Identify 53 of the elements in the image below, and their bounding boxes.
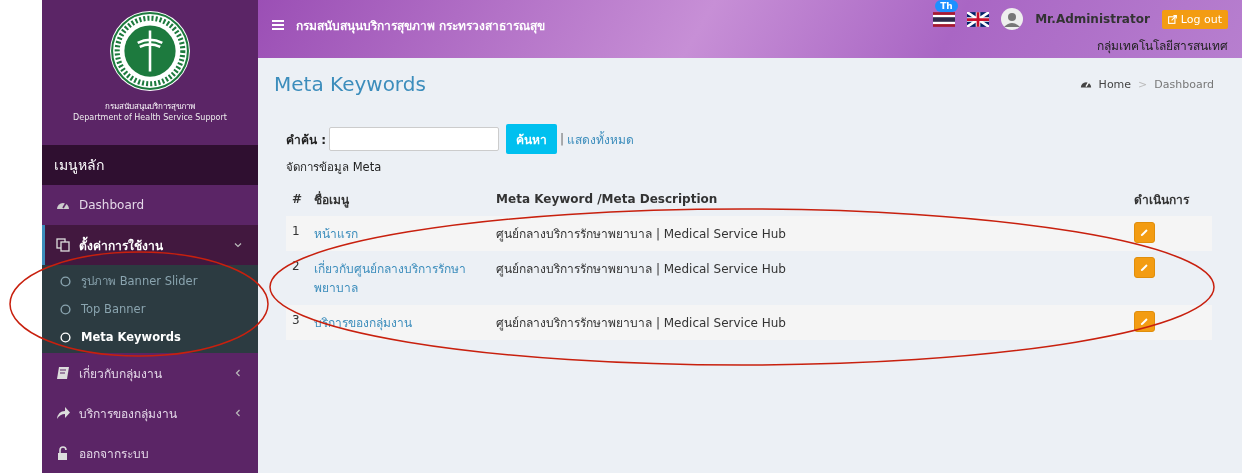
menu-heading: เมนูหลัก (42, 145, 258, 185)
chevron-down-icon (234, 241, 242, 249)
pencil-icon (1140, 263, 1149, 272)
share-arrow-icon (56, 406, 70, 420)
avatar-icon (1001, 8, 1024, 30)
menu-icon[interactable] (272, 20, 284, 30)
menu-link[interactable]: เกี่ยวกับศูนย์กลางบริการรักษาพยาบาล (314, 259, 485, 297)
thai-flag-icon[interactable] (933, 11, 956, 27)
site-title: กรมสนับสนุนบริการสุขภาพ กระทรวงสาธารณสุข (296, 17, 546, 35)
table-cell: ศูนย์กลางบริการรักษาพยาบาล | Medical Service Hub (490, 216, 1128, 251)
copy-pages-icon (56, 238, 70, 252)
circle-icon (60, 303, 71, 315)
sidebar-item[interactable]: Dashboard (42, 185, 258, 225)
divider-text: | (560, 132, 565, 146)
unlocked-padlock-icon (56, 446, 70, 460)
page-title: Meta Keywords (274, 72, 426, 96)
edit-button[interactable] (1134, 311, 1155, 332)
pencil-icon (1140, 228, 1149, 237)
section-title: จัดการข้อมูล Meta (285, 159, 383, 176)
search-field[interactable] (329, 127, 499, 151)
language-badge: Th (935, 0, 958, 12)
breadcrumb-separator: > (1138, 77, 1148, 91)
external-link-icon (1167, 14, 1177, 24)
table-cell: 3 (286, 305, 309, 340)
column-header: ชื่อเมนู (308, 182, 491, 216)
submenu-item[interactable]: Top Banner (42, 295, 258, 323)
sidebar-item[interactable]: เกี่ยวกับกลุ่มงาน (42, 353, 258, 393)
book-icon (56, 366, 70, 380)
column-header: # (286, 182, 309, 216)
breadcrumb-link[interactable]: Dashboard (1154, 77, 1214, 91)
submenu-item[interactable]: Meta Keywords (42, 323, 258, 351)
organization-name-english: Department of Health Service Support (73, 113, 227, 122)
organization-name: กรมสนับสนุนบริการสุขภาพ (105, 101, 195, 113)
circle-icon (60, 275, 71, 287)
user-name: Mr.Administrator (1035, 12, 1150, 26)
sidebar-item[interactable]: ตั้งค่าการใช้งาน (42, 225, 258, 265)
chevron-left-icon (234, 409, 242, 417)
department-name: กลุ่มเทคโนโลยีสารสนเทศ (1097, 38, 1228, 55)
column-header: ดำเนินการ (1128, 182, 1212, 216)
uk-flag-icon[interactable] (967, 11, 990, 27)
table-cell: ศูนย์กลางบริการรักษาพยาบาล | Medical Service Hub (490, 305, 1128, 340)
search-label: คำค้น : (286, 131, 326, 149)
table-cell: ศูนย์กลางบริการรักษาพยาบาล | Medical Service Hub (490, 251, 1128, 305)
sidebar-item[interactable]: บริการของกลุ่มงาน (42, 393, 258, 433)
circle-icon (60, 331, 71, 343)
submenu-item[interactable]: รูปภาพ Banner Slider (42, 267, 258, 295)
chevron-left-icon (234, 369, 242, 377)
table-cell: 1 (286, 216, 309, 251)
pencil-icon (1140, 317, 1149, 326)
sidebar-item[interactable]: ออกจากระบบ (42, 433, 258, 473)
breadcrumb-link[interactable]: Home (1098, 77, 1132, 91)
column-header: Meta Keyword /Meta Description (490, 182, 1128, 216)
show-all-link[interactable]: แสดงทั้งหมด (567, 129, 635, 149)
